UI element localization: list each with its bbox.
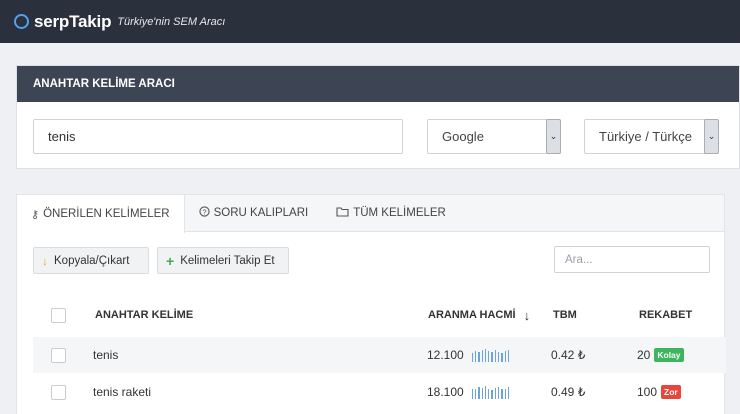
trend-sparkline (471, 348, 510, 362)
key-icon: ⚷ (31, 208, 40, 221)
difficulty-badge: Zor (661, 385, 681, 399)
keyword-input[interactable] (33, 119, 403, 154)
sort-down-icon[interactable]: ↓ (524, 308, 531, 323)
keyword-tool-panel: ANAHTAR KELİME ARACI Google ⌄ Türkiye / … (16, 65, 740, 169)
panel-title: ANAHTAR KELİME ARACI (17, 66, 739, 102)
tab-label: TÜM KELİMELER (353, 207, 446, 219)
track-keywords-label: Kelimeleri Takip Et (180, 254, 275, 267)
select-all-checkbox[interactable] (51, 307, 66, 323)
tab-label: SORU KALIPLARI (213, 207, 309, 219)
trend-sparkline (471, 385, 510, 399)
table-header: ANAHTAR KELİME ARANMA HACMİ ↓ TBM REKABE… (17, 297, 726, 333)
search-engine-value: Google (442, 129, 484, 144)
sparkline-bar (475, 350, 477, 362)
sparkline-bar (494, 387, 497, 399)
chevron-down-icon[interactable]: ⌄ (704, 119, 719, 154)
sparkline-bar (504, 388, 506, 399)
chevron-down-icon[interactable]: ⌄ (546, 119, 561, 154)
row-checkbox[interactable] (51, 347, 66, 363)
row-cpc: 0.42 ₺ (551, 348, 586, 362)
track-keywords-button[interactable]: + Kelimeleri Takip Et (157, 247, 289, 274)
col-keyword[interactable]: ANAHTAR KELİME (95, 297, 193, 333)
arrow-down-icon: ↓ (42, 253, 48, 268)
logo-ring-icon (14, 14, 29, 29)
sparkline-bar (478, 351, 480, 362)
sparkline-bar (478, 386, 480, 399)
sparkline-bar (471, 352, 473, 362)
top-bar: serpTakip Türkiye'nin SEM Aracı (0, 0, 740, 43)
results-panel: ⚷ ÖNERİLEN KELİMELER ? SORU KALIPLARI TÜ… (16, 194, 726, 414)
sparkline-bar (498, 386, 500, 399)
sparkline-bar (498, 351, 500, 362)
sparkline-bar (488, 388, 490, 399)
row-cpc: 0.49 ₺ (551, 385, 586, 399)
row-keyword[interactable]: tenis raketi (93, 374, 151, 410)
folder-icon (336, 206, 349, 220)
country-language-select[interactable]: Türkiye / Türkçe ⌄ (584, 119, 719, 154)
table-search-input[interactable] (554, 246, 710, 273)
copy-export-button[interactable]: ↓ Kopyala/Çıkart (33, 247, 149, 274)
difficulty-badge: Kolay (654, 348, 684, 362)
sparkline-bar (471, 388, 473, 399)
row-competition: 100 (637, 385, 658, 399)
svg-text:?: ? (202, 207, 206, 216)
tab-all-keywords[interactable]: TÜM KELİMELER (322, 195, 460, 231)
table-row[interactable]: tenis 12.100 0.42 ₺ 20 Kolay (33, 337, 726, 373)
tab-suggested-keywords[interactable]: ⚷ ÖNERİLEN KELİMELER (17, 195, 185, 233)
table-row[interactable]: tenis raketi 18.100 0.49 ₺ 100 Zor (33, 374, 726, 410)
row-volume-cell: 18.100 (427, 374, 510, 410)
sparkline-bar (491, 351, 493, 362)
sparkline-bar (475, 388, 477, 399)
sparkline-bar (507, 349, 510, 362)
result-tabs: ⚷ ÖNERİLEN KELİMELER ? SORU KALIPLARI TÜ… (17, 195, 724, 233)
row-volume-cell: 12.100 (427, 337, 510, 373)
sparkline-bar (491, 389, 493, 399)
row-keyword[interactable]: tenis (93, 337, 118, 373)
brand-tagline: Türkiye'nin SEM Aracı (117, 15, 226, 28)
brand-name[interactable]: serpTakip (34, 12, 111, 32)
sparkline-bar (484, 385, 487, 399)
sparkline-bar (481, 349, 483, 362)
row-volume: 18.100 (427, 385, 464, 399)
plus-icon: + (166, 252, 175, 269)
sparkline-bar (507, 386, 510, 399)
sparkline-bar (501, 388, 503, 399)
sparkline-bar (484, 348, 487, 362)
search-engine-select[interactable]: Google ⌄ (427, 119, 561, 154)
sparkline-bar (488, 350, 490, 362)
row-volume: 12.100 (427, 348, 464, 362)
col-competition[interactable]: REKABET (639, 297, 692, 333)
col-search-volume-label: ARANMA HACMİ (428, 309, 516, 321)
sparkline-bar (504, 350, 506, 362)
col-cpc[interactable]: TBM (553, 297, 577, 333)
question-circle-icon: ? (198, 206, 210, 220)
col-search-volume[interactable]: ARANMA HACMİ ↓ (428, 297, 530, 333)
row-competition: 20 (637, 348, 651, 362)
copy-export-label: Kopyala/Çıkart (54, 254, 130, 267)
row-competition-cell: 100 Zor (637, 374, 681, 410)
country-language-value: Türkiye / Türkçe (599, 129, 692, 144)
tab-question-patterns[interactable]: ? SORU KALIPLARI (185, 195, 323, 231)
tab-label: ÖNERİLEN KELİMELER (43, 208, 170, 220)
sparkline-bar (501, 352, 503, 362)
sparkline-bar (481, 387, 483, 399)
row-checkbox[interactable] (51, 384, 66, 400)
sparkline-bar (494, 349, 497, 362)
row-competition-cell: 20 Kolay (637, 337, 684, 373)
